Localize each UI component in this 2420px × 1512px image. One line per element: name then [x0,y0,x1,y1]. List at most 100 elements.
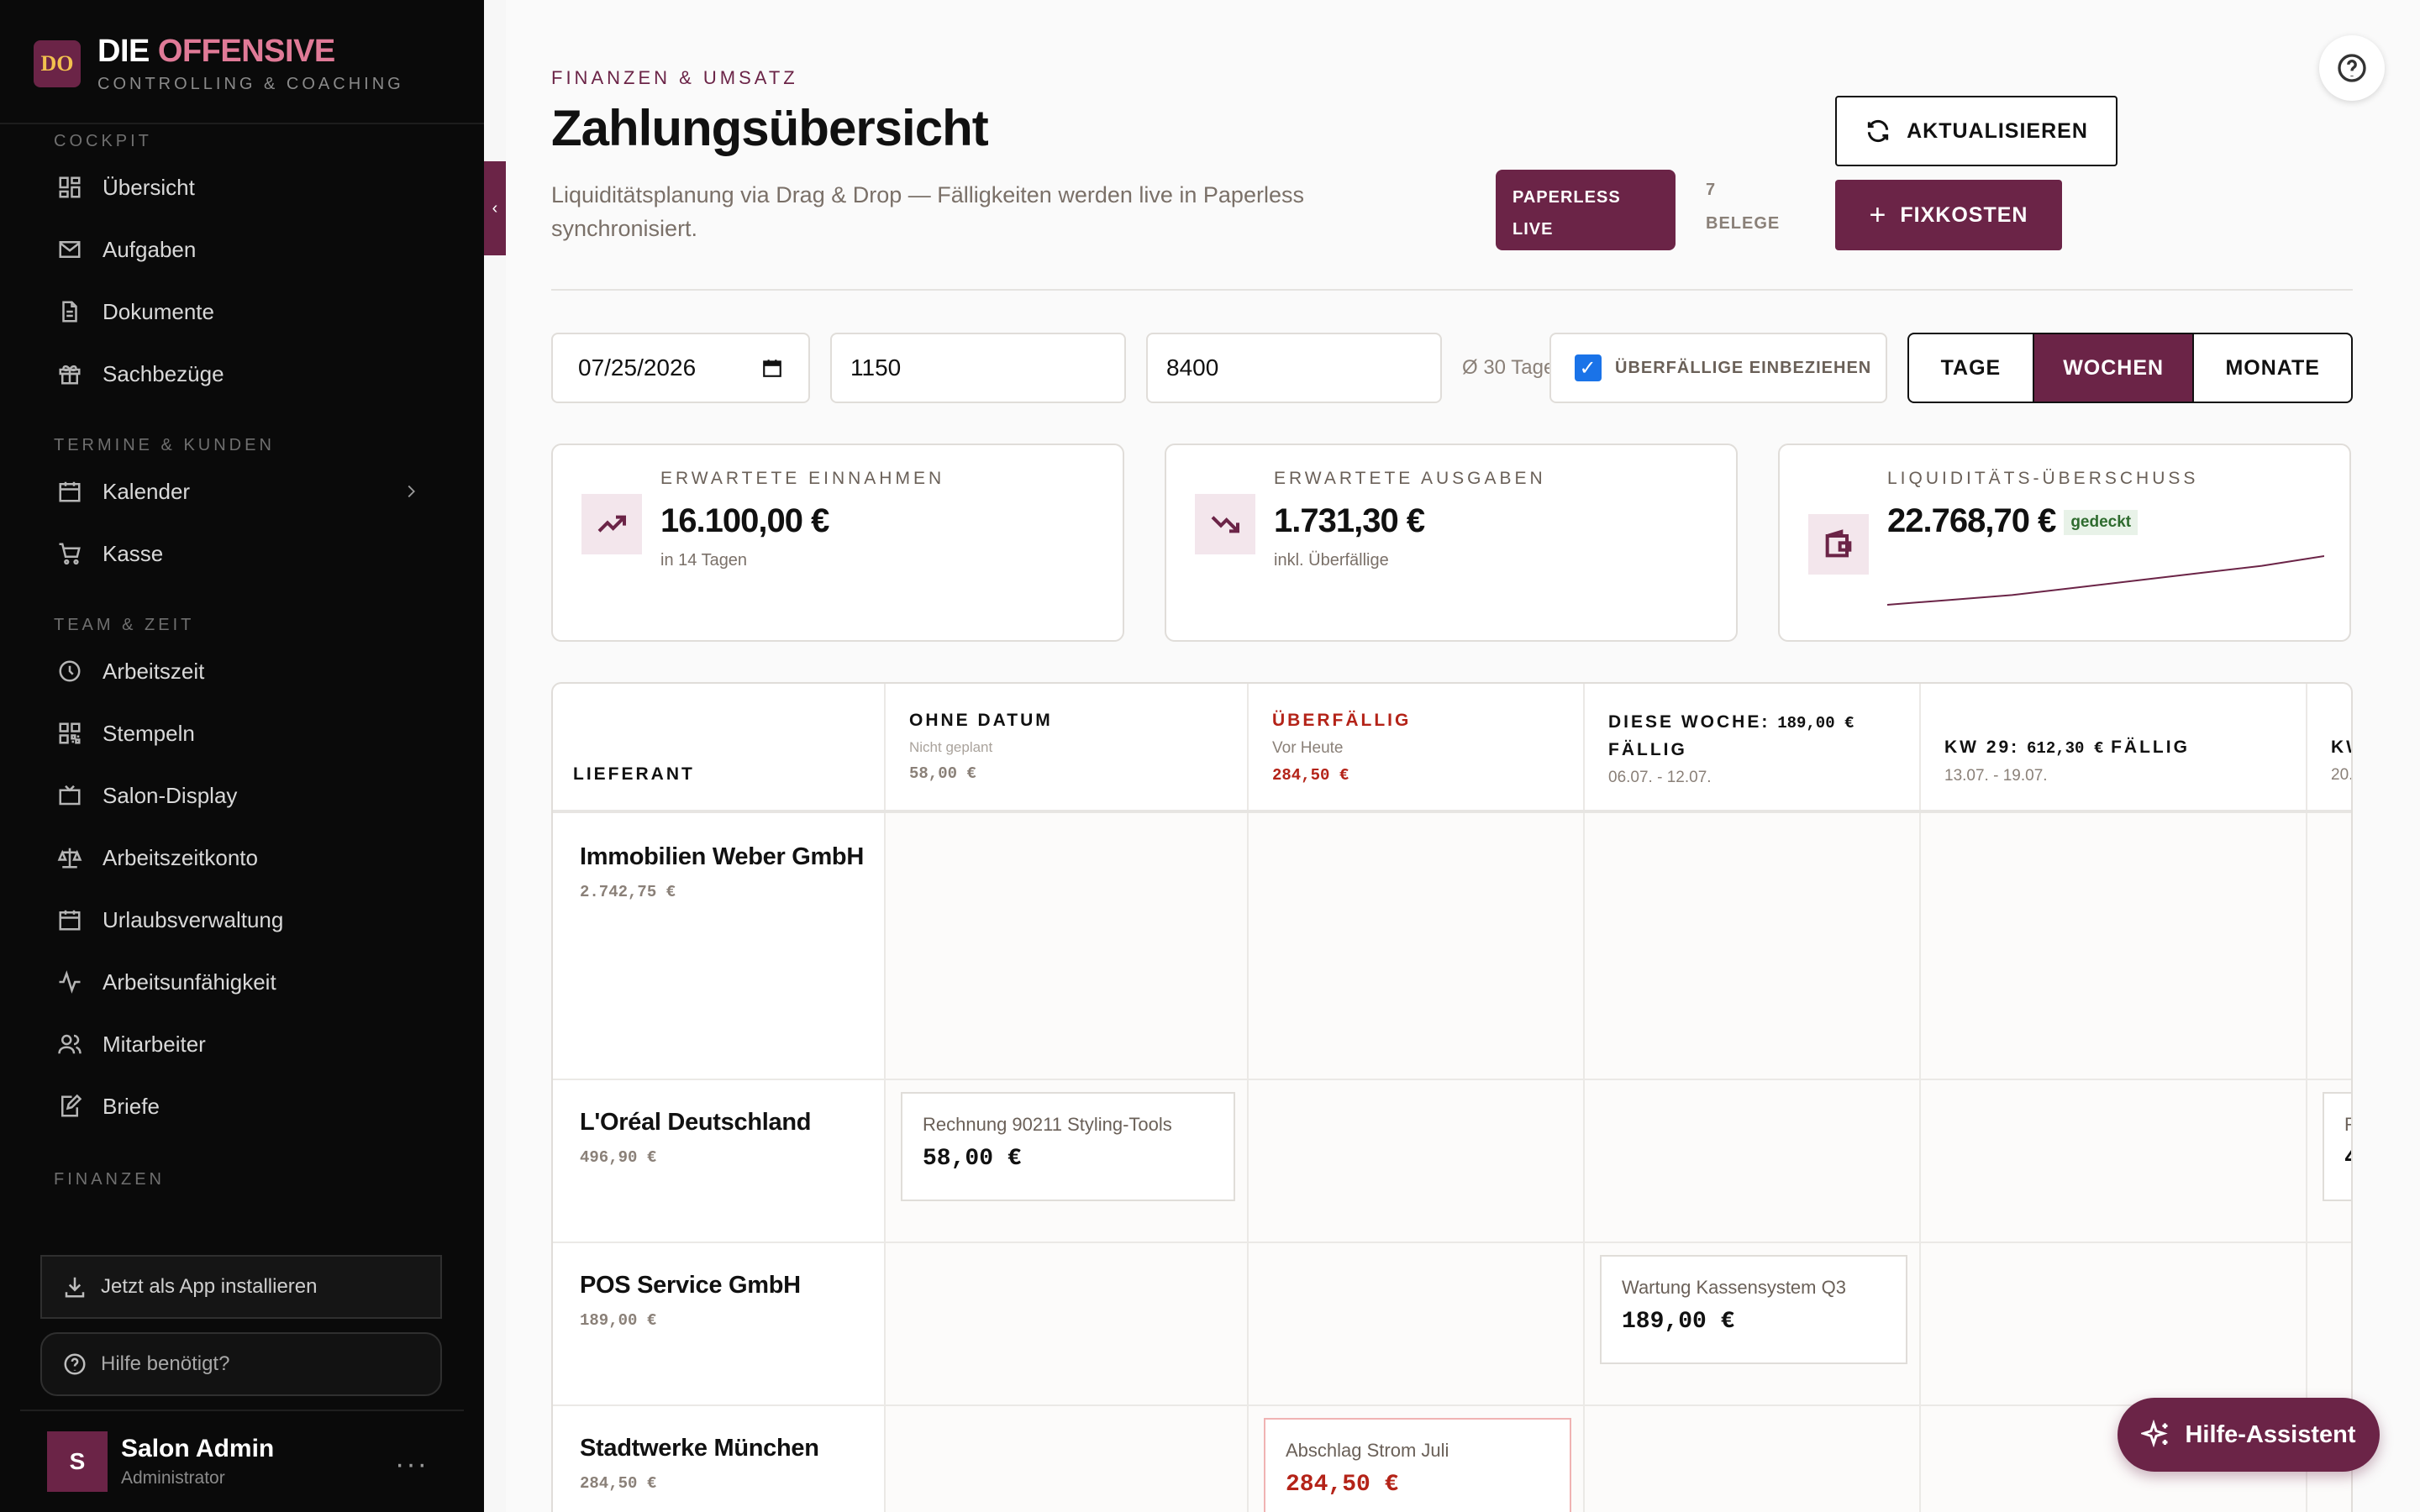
kpi-label: LIQUIDITÄTS-ÜBERSCHUSS [1887,469,2199,488]
kpi-label: ERWARTETE EINNAHMEN [660,469,945,488]
section-label-cockpit: COCKPIT [54,131,152,150]
amount-input-1[interactable]: 1150 [830,333,1126,403]
brand-subtitle: CONTROLLING & COACHING [97,75,404,93]
help-assistant-button[interactable]: Hilfe-Assistent [2118,1398,2380,1472]
include-overdue-checkbox[interactable]: ✓ ÜBERFÄLLIGE EINBEZIEHEN [1549,333,1887,403]
sparkles-icon [2141,1420,2169,1448]
add-fixkosten-button[interactable]: + FIXKOSTEN [1835,180,2062,250]
row-divider [553,1079,2351,1080]
users-icon [58,1034,82,1054]
supplier-row-immobilien-weber[interactable]: Immobilien Weber GmbH 2.742,75 € [580,843,864,901]
sidebar-item-label: Dokumente [103,298,214,324]
invoice-card[interactable]: Wartung Kassensystem Q3 189,00 € [1600,1255,1907,1364]
dashboard-icon [59,176,81,198]
calendar-icon[interactable] [761,357,783,379]
refresh-button[interactable]: AKTUALISIEREN [1835,96,2118,166]
invoice-description: Rechnung 90211 Styling-Tools [923,1114,1172,1135]
date-input[interactable]: 07/25/2026 [551,333,810,403]
refresh-label: AKTUALISIEREN [1907,118,2088,143]
invoice-card-partial[interactable]: R 4 [2323,1092,2351,1201]
user-more-button[interactable]: ··· [395,1448,429,1481]
amount-input-1-value: 1150 [850,354,902,381]
sidebar-item-label: Kasse [103,540,164,566]
sidebar-item-aufgaben[interactable]: Aufgaben [0,218,484,281]
sidebar-item-label: Kalender [103,478,191,504]
sidebar-collapse-button[interactable]: ‹ [484,161,506,255]
sidebar-item-kalender[interactable]: Kalender [0,460,484,522]
sidebar-item-label: Sachbezüge [103,360,224,386]
sidebar-item-arbeitszeit[interactable]: Arbeitszeit [0,640,484,702]
supplier-row-loreal[interactable]: L'Oréal Deutschland 496,90 € [580,1109,811,1167]
sidebar-item-uebersicht[interactable]: Übersicht [0,156,484,218]
checkbox-checked-icon[interactable]: ✓ [1575,354,1602,381]
paperless-live-line2: LIVE [1512,220,1554,239]
plus-icon: + [1869,198,1887,231]
supplier-name: Immobilien Weber GmbH [580,843,864,870]
invoice-card[interactable]: Rechnung 90211 Styling-Tools 58,00 € [901,1092,1235,1201]
view-tab-wochen[interactable]: WOCHEN [2033,334,2193,402]
column-divider [1247,684,1249,1512]
supplier-row-stadtwerke[interactable]: Stadtwerke München 284,50 € [580,1435,819,1493]
sidebar-item-sachbezuege[interactable]: Sachbezüge [0,343,484,405]
column-header-kw29: KW 29: 612,30 € FÄLLIG 13.07. - 19.07. [1944,734,2190,785]
sidebar-item-arbeitsunfaehigkeit[interactable]: Arbeitsunfähigkeit [0,951,484,1013]
sidebar-item-briefe[interactable]: Briefe [0,1075,484,1137]
brand-title: DIE OFFENSIVE [97,34,404,70]
sidebar-item-dokumente[interactable]: Dokumente [0,281,484,343]
column-title-suffix: FÄLLIG [2111,738,2190,757]
column-divider [2306,684,2307,1512]
supplier-amount: 189,00 € [580,1311,657,1330]
sidebar-item-label: Briefe [103,1093,160,1119]
column-divider [884,684,886,1512]
sidebar-item-stempeln[interactable]: Stempeln [0,702,484,764]
average-days-label: Ø 30 Tage [1462,356,1555,379]
install-app-button[interactable]: Jetzt als App installieren [40,1255,442,1319]
sidebar-item-arbeitszeitkonto[interactable]: Arbeitszeitkonto [0,827,484,889]
help-needed-button[interactable]: Hilfe benötigt? [40,1332,442,1396]
user-profile[interactable]: S Salon Admin Administrator [47,1431,274,1492]
column-header-kw30: KW 20. [2331,734,2351,785]
column-header-ohne-datum: OHNE DATUM Nicht geplant 58,00 € [909,707,1053,783]
invoice-card-overdue[interactable]: Abschlag Strom Juli 284,50 € [1264,1418,1571,1512]
column-divider [1583,684,1585,1512]
sidebar-item-label: Salon-Display [103,782,238,808]
amount-input-2[interactable]: 8400 [1146,333,1442,403]
kpi-subtext: inkl. Überfällige [1274,551,1389,570]
help-needed-label: Hilfe benötigt? [101,1352,230,1375]
chevron-right-icon [408,485,415,498]
kpi-subtext: in 14 Tagen [660,551,748,570]
invoice-description: R [2344,1114,2351,1136]
invoice-description: Wartung Kassensystem Q3 [1622,1277,1846,1298]
brand[interactable]: DO DIE OFFENSIVE CONTROLLING & COACHING [34,34,404,94]
date-value: 07/25/2026 [578,354,697,381]
column-amount: 58,00 € [909,764,976,783]
column-subtitle: 13.07. - 19.07. [1944,767,2048,785]
supplier-row-pos-service[interactable]: POS Service GmbH 189,00 € [580,1272,801,1330]
invoice-amount: 58,00 € [923,1146,1022,1172]
invoice-amount: 189,00 € [1622,1309,1735,1335]
brand-text: DIE OFFENSIVE CONTROLLING & COACHING [97,34,404,94]
sidebar-item-salon-display[interactable]: Salon-Display [0,764,484,827]
supplier-amount: 284,50 € [580,1474,657,1493]
user-name: Salon Admin [121,1435,275,1462]
calendar-icon [59,481,81,502]
column-title: KW 29: 612,30 € FÄLLIG [1944,734,2190,762]
column-header-ueberfaellig: ÜBERFÄLLIG Vor Heute 284,50 € [1272,707,1411,785]
kpi-value: 1.731,30 € [1274,502,1425,539]
sidebar-item-mitarbeiter[interactable]: Mitarbeiter [0,1013,484,1075]
help-circle-icon [64,1353,86,1375]
header-divider [553,810,2351,813]
install-app-label: Jetzt als App installieren [101,1275,318,1298]
view-tab-monate[interactable]: MONATE [2192,334,2351,402]
column-divider [1919,684,1921,1512]
column-subtitle: 06.07. - 12.07. [1608,769,1712,786]
brand-title-accent: OFFENSIVE [157,34,335,69]
column-title-suffix: FÄLLIG [1608,740,1687,759]
help-button[interactable] [2319,35,2385,101]
refresh-icon [1867,119,1889,143]
sidebar-item-kasse[interactable]: Kasse [0,522,484,585]
user-divider [20,1410,464,1411]
view-tab-tage[interactable]: TAGE [1909,334,2034,402]
sidebar-item-urlaubsverwaltung[interactable]: Urlaubsverwaltung [0,889,484,951]
sidebar-item-label: Übersicht [103,174,195,200]
